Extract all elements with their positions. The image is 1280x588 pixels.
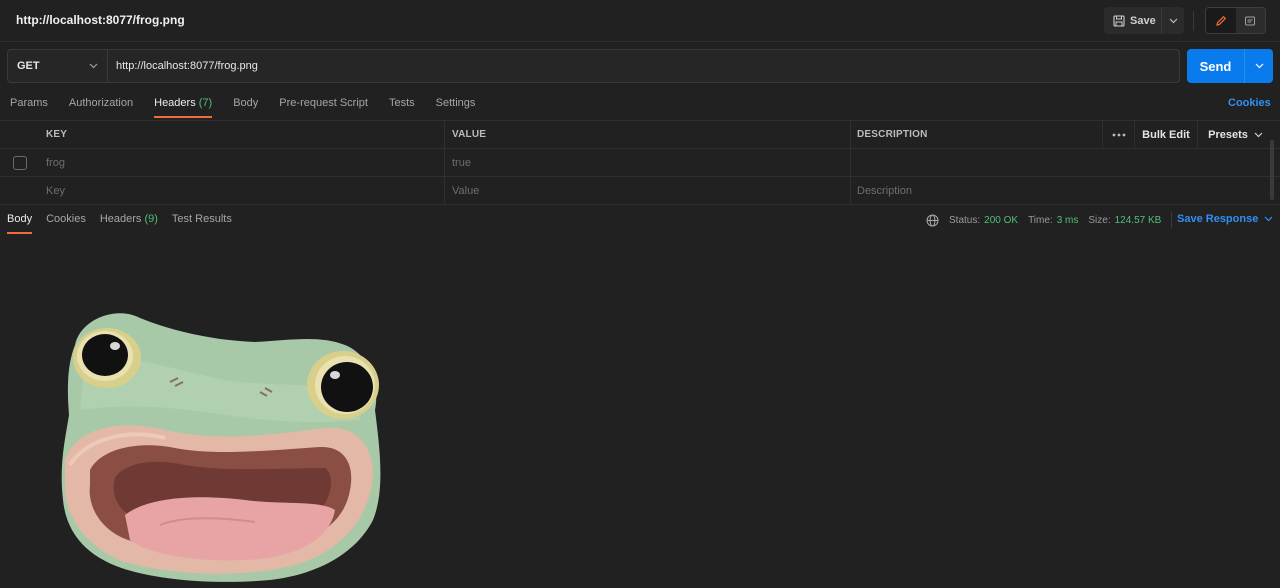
save-response-button[interactable]: Save Response <box>1177 213 1273 225</box>
headers-table: KEY VALUE DESCRIPTION Bulk Edit Presets … <box>0 120 1280 205</box>
presets-dropdown[interactable]: Presets <box>1197 121 1273 149</box>
tab-headers[interactable]: Headers (7) <box>154 92 213 118</box>
time-value[interactable]: 3 ms <box>1057 215 1079 226</box>
title-bar: http://localhost:8077/frog.png Save <box>0 0 1280 42</box>
size-value[interactable]: 124.57 KB <box>1115 215 1162 226</box>
new-key-input[interactable]: Key <box>40 177 445 204</box>
response-tabs: Body Cookies Headers (9) Test Results <box>7 208 246 234</box>
tab-label: Authorization <box>68 97 134 109</box>
tab-label: Settings <box>435 97 476 109</box>
tab-label: Headers <box>154 97 196 109</box>
column-header-value: VALUE <box>445 121 851 148</box>
request-title[interactable]: http://localhost:8077/frog.png <box>16 13 185 27</box>
table-header-spacer <box>0 121 40 148</box>
tab-body[interactable]: Body <box>233 92 258 118</box>
response-status-bar: Status: 200 OK Time: 3 ms Size: 124.57 K… <box>926 212 1173 228</box>
tab-label: Test Results <box>171 213 232 225</box>
chevron-down-icon <box>1169 18 1177 23</box>
status-divider <box>1171 212 1173 228</box>
tab-label: Body <box>233 97 259 109</box>
save-response-label: Save Response <box>1177 213 1259 225</box>
tab-count: (7) <box>198 97 213 109</box>
tab-pre-request-script[interactable]: Pre-request Script <box>279 92 368 118</box>
header-key-cell[interactable]: frog <box>40 149 445 176</box>
send-button[interactable]: Send <box>1187 49 1244 83</box>
column-header-key: KEY <box>40 121 445 148</box>
more-options-button[interactable] <box>1102 121 1134 149</box>
time-label: Time: <box>1028 214 1053 226</box>
save-button[interactable]: Save <box>1104 7 1162 34</box>
toolbar-divider <box>1193 11 1194 31</box>
tab-settings[interactable]: Settings <box>436 92 476 118</box>
header-description-cell[interactable] <box>851 149 1280 176</box>
size-label: Size: <box>1088 214 1111 226</box>
bulk-edit-button[interactable]: Bulk Edit <box>1134 121 1197 149</box>
response-image-frog <box>61 313 381 582</box>
save-button-group: Save <box>1104 7 1184 34</box>
tab-label: Pre-request Script <box>279 97 368 109</box>
send-options-button[interactable] <box>1244 49 1273 83</box>
tab-authorization[interactable]: Authorization <box>69 92 133 118</box>
request-tabs: Params Authorization Headers (7) Body Pr… <box>10 92 496 118</box>
documentation-mode-button[interactable] <box>1235 8 1265 33</box>
tab-params[interactable]: Params <box>10 92 48 118</box>
method-select[interactable]: GET <box>8 50 108 82</box>
edit-mode-button[interactable] <box>1206 8 1236 33</box>
chevron-down-icon <box>1264 216 1273 222</box>
row-checkbox-cell <box>0 177 40 204</box>
save-label: Save <box>1130 14 1156 27</box>
new-description-input[interactable]: Description <box>851 177 1280 204</box>
tab-label: Params <box>10 97 48 109</box>
chevron-down-icon <box>1255 63 1263 69</box>
request-url-bar: GET <box>7 49 1180 83</box>
table-row: frog true <box>0 149 1280 177</box>
pencil-icon <box>1215 15 1226 26</box>
tab-label: Headers <box>99 213 142 225</box>
table-scrollbar[interactable] <box>1270 140 1274 200</box>
presets-label: Presets <box>1208 129 1248 141</box>
status-value[interactable]: 200 OK <box>984 215 1018 226</box>
view-mode-toggle <box>1205 7 1266 34</box>
response-tab-headers[interactable]: Headers (9) <box>100 208 158 234</box>
response-tab-test-results[interactable]: Test Results <box>172 208 232 234</box>
tab-count: (9) <box>144 213 158 225</box>
row-checkbox[interactable] <box>13 155 27 170</box>
globe-icon[interactable] <box>926 214 939 227</box>
tab-label: Cookies <box>46 213 86 225</box>
chevron-down-icon <box>89 63 98 69</box>
response-tab-body[interactable]: Body <box>7 208 33 234</box>
send-button-group: Send <box>1187 49 1273 83</box>
more-horizontal-icon <box>1112 133 1125 137</box>
chevron-down-icon <box>1254 132 1263 138</box>
save-icon <box>1113 14 1125 27</box>
method-label: GET <box>17 60 40 72</box>
header-value-cell[interactable]: true <box>445 149 851 176</box>
row-checkbox-cell <box>0 149 40 176</box>
table-actions: Bulk Edit Presets <box>1102 121 1273 149</box>
tab-label: Tests <box>388 97 415 109</box>
tab-label: Body <box>7 213 33 225</box>
table-row-new: Key Value Description <box>0 177 1280 205</box>
url-input[interactable] <box>108 50 1179 82</box>
new-value-input[interactable]: Value <box>445 177 851 204</box>
table-header-row: KEY VALUE DESCRIPTION Bulk Edit Presets <box>0 121 1280 149</box>
save-options-button[interactable] <box>1162 7 1184 34</box>
status-label: Status: <box>949 214 981 226</box>
tab-tests[interactable]: Tests <box>389 92 415 118</box>
document-icon <box>1245 16 1256 25</box>
cookies-link[interactable]: Cookies <box>1228 97 1271 109</box>
response-tab-cookies[interactable]: Cookies <box>46 208 86 234</box>
